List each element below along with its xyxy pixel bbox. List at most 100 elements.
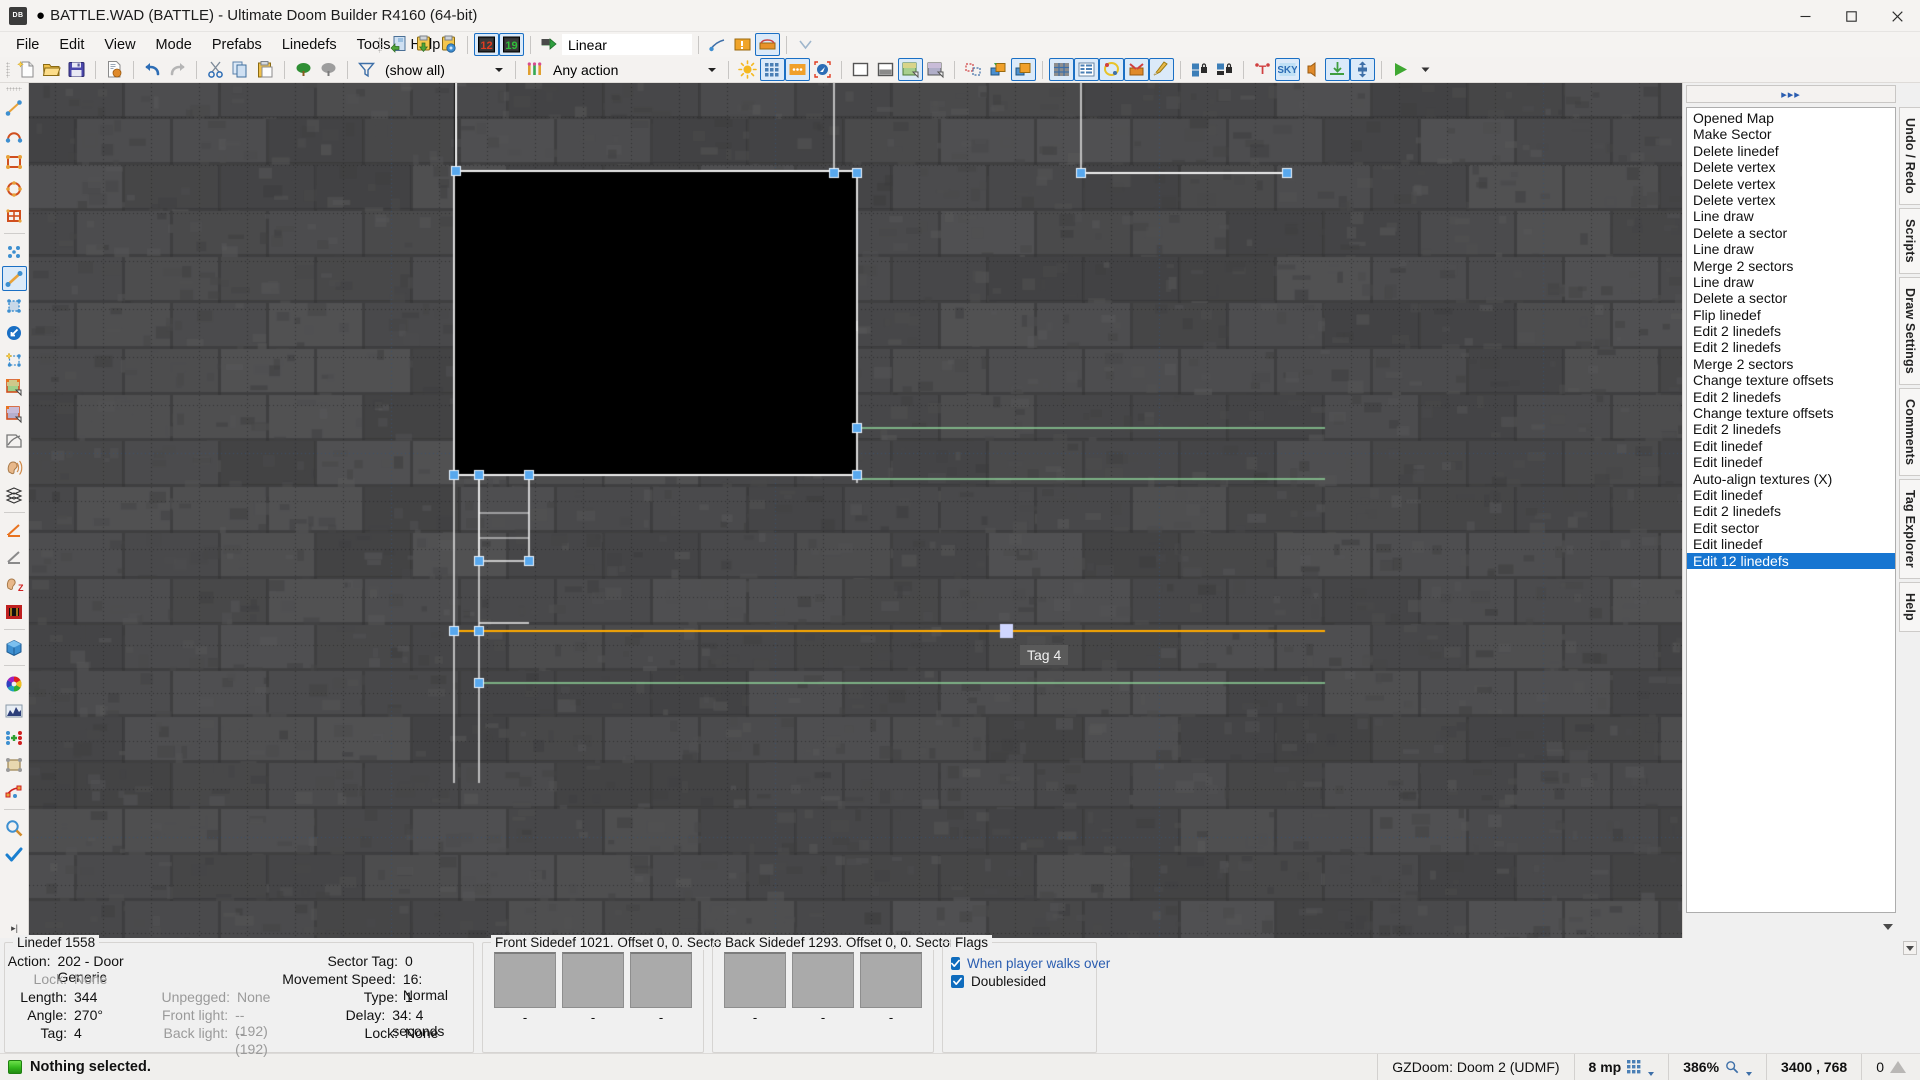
paste-properties-button[interactable] <box>1011 58 1036 81</box>
undo-item[interactable]: Change texture offsets <box>1687 372 1895 388</box>
texture-swatch[interactable] <box>562 952 624 1008</box>
resize-grip-icon[interactable] <box>1890 1061 1906 1073</box>
map-options-button[interactable] <box>436 33 461 56</box>
lower-texture[interactable]: - <box>860 952 922 1025</box>
undo-item[interactable]: Edit 2 linedefs <box>1687 339 1895 355</box>
undo-item[interactable]: Delete linedef <box>1687 143 1895 159</box>
menu-view[interactable]: View <box>94 34 145 56</box>
bridge-mode-tool[interactable] <box>2 428 27 453</box>
tab-comments[interactable]: Comments <box>1899 387 1920 476</box>
undo-item[interactable]: Edit linedef <box>1687 454 1895 470</box>
auto-align-button[interactable] <box>1099 58 1124 81</box>
slope-ceiling-tool[interactable] <box>2 545 27 570</box>
status-grid-size[interactable]: 8 mp <box>1573 1053 1669 1080</box>
lock-heights-button[interactable] <box>1212 58 1237 81</box>
undo-button[interactable] <box>140 58 165 81</box>
flag-row[interactable]: When player walks over <box>943 953 1110 971</box>
script-editor-button[interactable] <box>102 58 127 81</box>
redo-button[interactable] <box>165 58 190 81</box>
slope-floor-tool[interactable] <box>2 518 27 543</box>
test-map-button[interactable] <box>1124 58 1149 81</box>
tab-help[interactable]: Help <box>1899 581 1920 632</box>
make-sector-tool[interactable] <box>2 347 27 372</box>
curve-mode-combo[interactable]: Linear <box>562 34 692 55</box>
panel-collapse-icon[interactable] <box>1883 924 1893 930</box>
undo-item[interactable]: Merge 2 sectors <box>1687 356 1895 372</box>
undo-item[interactable]: Line draw <box>1687 241 1895 257</box>
color-picker-tool[interactable] <box>2 671 27 696</box>
render-ceilings-button[interactable] <box>848 58 873 81</box>
filter-combo[interactable]: (show all) <box>379 59 509 80</box>
undo-item[interactable]: Flip linedef <box>1687 307 1895 323</box>
draw-ellipse-tool[interactable] <box>2 176 27 201</box>
sky-mode-button[interactable]: SKY <box>1275 58 1300 81</box>
texture-swatch[interactable] <box>494 952 556 1008</box>
tab-tag-explorer[interactable]: Tag Explorer <box>1899 478 1920 579</box>
draw-curve-tool[interactable] <box>2 122 27 147</box>
edit-selection-tool[interactable] <box>2 374 27 399</box>
brush-button[interactable] <box>1149 58 1174 81</box>
view-textured-button[interactable] <box>810 58 835 81</box>
undo-item[interactable]: Opened Map <box>1687 110 1895 126</box>
new-map-button[interactable] <box>14 58 39 81</box>
undo-item[interactable]: Auto-align textures (X) <box>1687 471 1895 487</box>
snap-grid-button[interactable] <box>1049 58 1074 81</box>
map-canvas[interactable]: Tag 4 <box>29 83 1682 938</box>
zoom-tool[interactable] <box>2 815 27 840</box>
sync-selection-button[interactable] <box>961 58 986 81</box>
render-lights-button[interactable] <box>923 58 948 81</box>
texture-browser-button[interactable] <box>730 33 755 56</box>
undo-item[interactable]: Delete a sector <box>1687 225 1895 241</box>
vertex-height-button[interactable] <box>1350 58 1375 81</box>
undo-item[interactable]: Make Sector <box>1687 126 1895 142</box>
copy-properties-button[interactable] <box>986 58 1011 81</box>
status-game-config[interactable]: GZDoom: Doom 2 (UDMF) <box>1377 1053 1573 1080</box>
undo-item[interactable]: Merge 2 sectors <box>1687 258 1895 274</box>
sound-environment-tool[interactable]: Z <box>2 572 27 597</box>
undo-item[interactable]: Edit 12 linedefs <box>1687 552 1895 569</box>
undo-redo-list[interactable]: Opened Map Make Sector Delete linedef Delet… <box>1686 107 1896 913</box>
map-render-surface[interactable] <box>29 83 1682 938</box>
thing-browser-button[interactable] <box>755 33 780 56</box>
draw-grid-tool[interactable] <box>2 203 27 228</box>
snap-to-grid-button[interactable]: 12 <box>474 33 499 56</box>
render-textured-button[interactable] <box>898 58 923 81</box>
curve-linedefs-tool[interactable] <box>2 779 27 804</box>
thing-align-tool[interactable] <box>2 725 27 750</box>
toolbar-grip[interactable] <box>378 36 382 53</box>
cut-button[interactable] <box>203 58 228 81</box>
things-mode-button[interactable]: T <box>1250 58 1275 81</box>
upper-texture[interactable]: - <box>494 952 556 1025</box>
undo-item[interactable]: Edit 2 linedefs <box>1687 389 1895 405</box>
hide-things-button[interactable] <box>316 58 341 81</box>
undo-item[interactable]: Edit sector <box>1687 520 1895 536</box>
checkbox-checked-icon[interactable] <box>951 957 960 970</box>
properties-scroll-button[interactable] <box>1903 941 1917 955</box>
find-replace-tool[interactable] <box>2 401 27 426</box>
linedefs-mode-tool[interactable] <box>1 266 27 291</box>
panel-scroll-header[interactable]: ▸▸▸ <box>1686 85 1896 103</box>
undo-item[interactable]: Delete vertex <box>1687 159 1895 175</box>
auto-merge-button[interactable]: 19 <box>499 33 524 56</box>
export-map-button[interactable] <box>411 33 436 56</box>
checkbox-checked-icon[interactable] <box>951 975 964 988</box>
menu-prefabs[interactable]: Prefabs <box>202 34 272 56</box>
texture-swatch[interactable] <box>792 952 854 1008</box>
texture-swatch[interactable] <box>860 952 922 1008</box>
middle-texture[interactable]: - <box>792 952 854 1025</box>
tab-draw-settings[interactable]: Draw Settings <box>1899 276 1920 385</box>
left-toolbar-expander[interactable]: ▸| <box>0 921 29 935</box>
lock-textures-button[interactable] <box>1187 58 1212 81</box>
undo-item[interactable]: Delete a sector <box>1687 290 1895 306</box>
lower-texture[interactable]: - <box>630 952 692 1025</box>
view-brightness-button[interactable] <box>785 58 810 81</box>
middle-texture[interactable]: - <box>562 952 624 1025</box>
test-run-button[interactable] <box>1388 58 1413 81</box>
toolbar2-grip[interactable] <box>6 61 10 78</box>
undo-item[interactable]: Line draw <box>1687 208 1895 224</box>
undo-item[interactable]: Change texture offsets <box>1687 405 1895 421</box>
tab-undo-redo[interactable]: Undo / Redo <box>1899 107 1920 205</box>
curve-mode-button[interactable] <box>537 33 562 56</box>
vertices-mode-tool[interactable] <box>2 239 27 264</box>
left-toolbar-grip[interactable] <box>6 87 22 91</box>
